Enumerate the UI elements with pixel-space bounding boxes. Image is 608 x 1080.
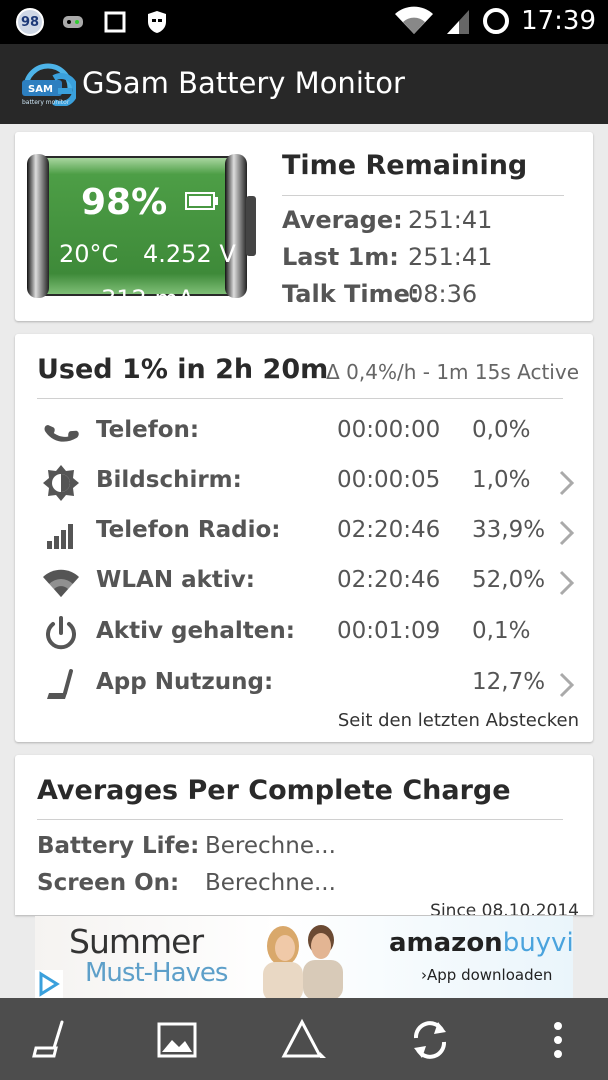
usage-title: Used 1% in 2h 20m [37, 354, 329, 385]
chevron-right-icon[interactable] [555, 469, 577, 497]
usage-row-wifi[interactable]: WLAN aktiv: 02:20:46 52,0% [15, 557, 593, 607]
usage-percent: 12,7% [472, 669, 546, 695]
usage-row-app[interactable]: App Nutzung: 12,7% [15, 659, 593, 709]
graph-icon [281, 1018, 326, 1058]
usage-label: WLAN aktiv: [96, 567, 255, 593]
usage-time: 02:20:46 [337, 567, 441, 593]
app-usage-icon [32, 1020, 64, 1058]
usage-percent: 0,1% [472, 618, 531, 644]
row-value: Berechne... [205, 870, 336, 896]
usage-label: Bildschirm: [96, 467, 242, 493]
usage-percent: 0,0% [472, 417, 531, 443]
logo-text: SAM [28, 84, 53, 95]
row-value: 251:41 [408, 206, 493, 234]
usage-label: Telefon Radio: [96, 517, 281, 543]
refresh-icon [414, 1021, 446, 1059]
row-label: Last 1m: [282, 243, 399, 271]
battery-fill [45, 158, 227, 294]
battery-small-icon [185, 192, 219, 214]
usage-row-screen[interactable]: Bildschirm: 00:00:05 1,0% [15, 457, 593, 507]
image-button[interactable] [153, 1016, 201, 1064]
notification-badge: 98 [16, 8, 44, 36]
ad-cta[interactable]: ›App downloaden [421, 966, 552, 984]
battery-graphic: 98% 20°C 4.252 V 312 mA [25, 152, 257, 313]
game-controller-icon [60, 9, 86, 35]
status-time: 17:39 [521, 6, 596, 36]
usage-card: Used 1% in 2h 20m Δ 0,4%/h - 1m 15s Acti… [15, 334, 593, 742]
row-value: 251:41 [408, 243, 493, 271]
ad-headline: Summer [69, 922, 204, 961]
usage-time: 00:01:09 [337, 618, 441, 644]
square-icon [102, 9, 128, 35]
usage-label: Aktiv gehalten: [96, 618, 295, 644]
usage-row-awake: Aktiv gehalten: 00:01:09 0,1% [15, 608, 593, 658]
usage-footer: Seit den letzten Abstecken [337, 710, 579, 731]
battery-voltage: 4.252 V [143, 240, 236, 268]
ad-brand-name: amazon [389, 928, 503, 958]
usage-time: 02:20:46 [337, 517, 441, 543]
logo-subtext: battery monitor [22, 99, 70, 106]
app-usage-icon [41, 665, 81, 705]
power-icon [41, 614, 81, 654]
usage-time: 00:00:00 [337, 417, 441, 443]
usage-row-phone: Telefon: 00:00:00 0,0% [15, 407, 593, 457]
ad-choices-icon[interactable] [35, 970, 63, 998]
ad-people-image [245, 916, 355, 998]
image-icon [157, 1022, 197, 1058]
bottom-action-bar [0, 998, 608, 1080]
divider [282, 195, 564, 196]
shield-icon [144, 9, 170, 35]
averages-card: Averages Per Complete Charge Battery Lif… [15, 755, 593, 915]
battery-current: 312 mA [101, 285, 195, 313]
wifi-icon [41, 563, 81, 603]
averages-since: Since 08.10.2014 [430, 901, 579, 915]
phone-icon [41, 413, 81, 453]
usage-subtitle: Δ 0,4%/h - 1m 15s Active [326, 360, 579, 384]
divider [37, 819, 563, 820]
overflow-menu-icon [554, 1022, 562, 1058]
status-bar: 98 17:39 [0, 0, 608, 44]
signal-icon [41, 513, 81, 553]
battery-card[interactable]: 98% 20°C 4.252 V 312 mA Time Remaining A… [15, 132, 593, 321]
chevron-right-icon[interactable] [555, 519, 577, 547]
row-label: Battery Life: [37, 833, 200, 859]
time-remaining-title: Time Remaining [282, 150, 528, 181]
ad-brand-suffix: buyvip [502, 928, 573, 958]
ad-brand: amazonbuyvip [389, 928, 573, 958]
app-usage-button[interactable] [26, 1016, 74, 1064]
app-bar: SAM battery monitor GSam Battery Monitor [0, 44, 608, 124]
usage-row-radio[interactable]: Telefon Radio: 02:20:46 33,9% [15, 507, 593, 557]
app-logo: SAM battery monitor [20, 62, 79, 107]
refresh-button[interactable] [406, 1016, 454, 1064]
usage-label: App Nutzung: [96, 669, 274, 695]
usage-label: Telefon: [96, 417, 200, 443]
row-value: 08:36 [408, 280, 478, 308]
row-label: Talk Time: [282, 280, 420, 308]
usage-time: 00:00:05 [337, 467, 441, 493]
cell-signal-icon [447, 10, 470, 34]
row-label: Screen On: [37, 870, 180, 896]
chevron-right-icon[interactable] [555, 569, 577, 597]
wifi-signal-icon [395, 6, 434, 34]
row-value: Berechne... [205, 833, 336, 859]
row-label: Average: [282, 206, 403, 234]
ad-banner[interactable]: Summer Must-Haves amazonbuyvip ›App down… [35, 916, 573, 998]
ad-subheadline: Must-Haves [85, 958, 228, 988]
battery-temperature: 20°C [59, 240, 119, 268]
usage-percent: 33,9% [472, 517, 546, 543]
battery-percent: 98% [81, 182, 168, 223]
divider [37, 398, 563, 399]
averages-title: Averages Per Complete Charge [37, 775, 511, 806]
brightness-icon [41, 463, 81, 503]
overflow-menu-button[interactable] [534, 1016, 582, 1064]
app-title: GSam Battery Monitor [82, 66, 405, 100]
graph-button[interactable] [280, 1016, 328, 1064]
sync-circle-icon [483, 8, 510, 34]
usage-percent: 1,0% [472, 467, 531, 493]
usage-percent: 52,0% [472, 567, 546, 593]
chevron-right-icon[interactable] [555, 671, 577, 699]
